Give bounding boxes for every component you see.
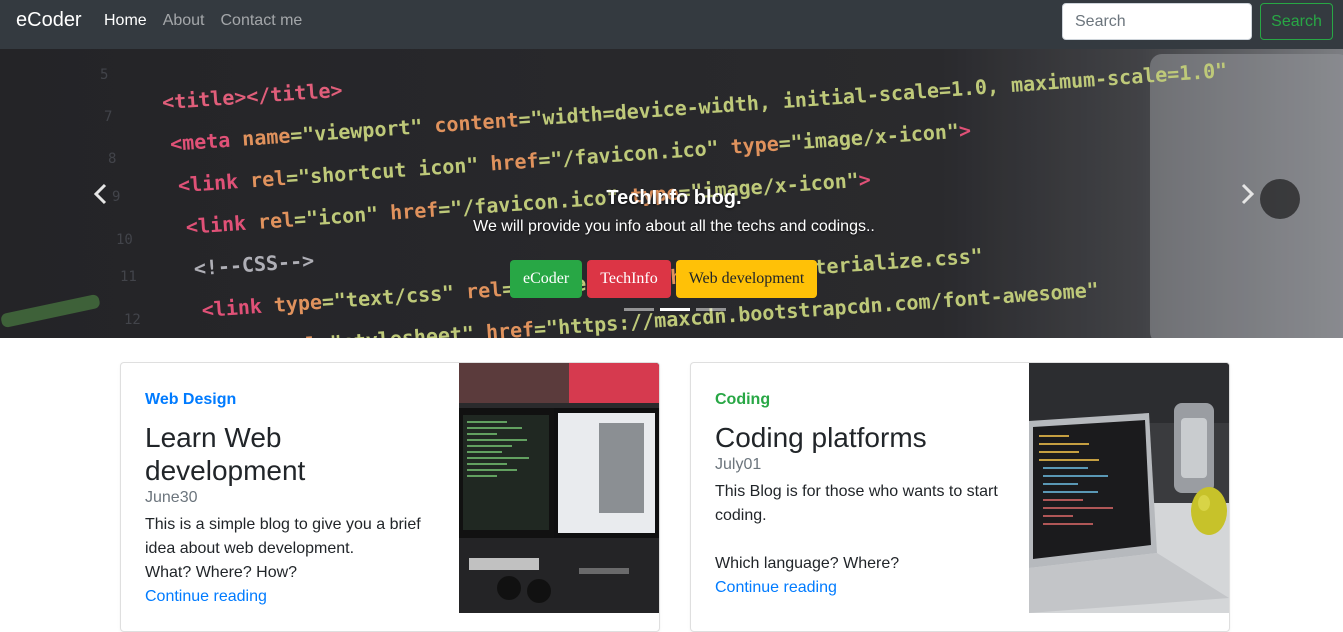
blog-card-coding: Coding Coding platforms July01 This Blog… xyxy=(690,362,1230,632)
blog-card-web-design: Web Design Learn Web development June30 … xyxy=(120,362,660,632)
ecoder-button[interactable]: eCoder xyxy=(510,260,583,298)
nav-links: Home About Contact me xyxy=(104,12,302,30)
carousel-buttons: eCoder TechInfo Web development xyxy=(510,260,818,298)
carousel-indicators xyxy=(624,308,726,311)
card-date: June30 xyxy=(145,489,198,506)
brand-logo[interactable]: eCoder xyxy=(16,9,82,32)
nav-home-link[interactable]: Home xyxy=(104,12,147,30)
card-date: July01 xyxy=(715,456,762,473)
search-button[interactable]: Search xyxy=(1260,3,1333,40)
search-input[interactable] xyxy=(1062,3,1252,40)
card-text: This Blog is for those who wants to star… xyxy=(715,483,998,572)
card-title: Coding platforms xyxy=(715,422,927,453)
hero-carousel: 578 9 10 11 12 <title></title> <meta name="… xyxy=(0,49,1343,338)
card-title: Learn Web development xyxy=(145,422,306,486)
nav-about-link[interactable]: About xyxy=(163,12,205,30)
card-body: Web Design Learn Web development June30 … xyxy=(145,387,435,609)
desk-setup-thumbnail xyxy=(459,363,659,613)
nav-contact-link[interactable]: Contact me xyxy=(221,12,303,30)
card-text: This is a simple blog to give you a brie… xyxy=(145,516,421,581)
carousel-indicator[interactable] xyxy=(696,308,726,311)
carousel-title: TechInfo blog. xyxy=(606,187,742,209)
carousel-subtitle: We will provide you info about all the t… xyxy=(473,218,875,235)
laptop-thumbnail xyxy=(1029,363,1229,613)
carousel-caption: TechInfo blog. We will provide you info … xyxy=(0,187,1343,236)
carousel-indicator[interactable] xyxy=(624,308,654,311)
techinfo-button[interactable]: TechInfo xyxy=(587,260,671,298)
continue-reading-link[interactable]: Continue reading xyxy=(145,585,435,609)
card-category: Coding xyxy=(715,391,771,408)
card-category: Web Design xyxy=(145,391,237,408)
card-body: Coding Coding platforms July01 This Blog… xyxy=(715,387,1005,600)
carousel-indicator-active[interactable] xyxy=(660,308,690,311)
continue-reading-link[interactable]: Continue reading xyxy=(715,576,1005,600)
navbar: eCoder Home About Contact me Search xyxy=(0,0,1343,49)
web-development-button[interactable]: Web development xyxy=(675,260,818,298)
